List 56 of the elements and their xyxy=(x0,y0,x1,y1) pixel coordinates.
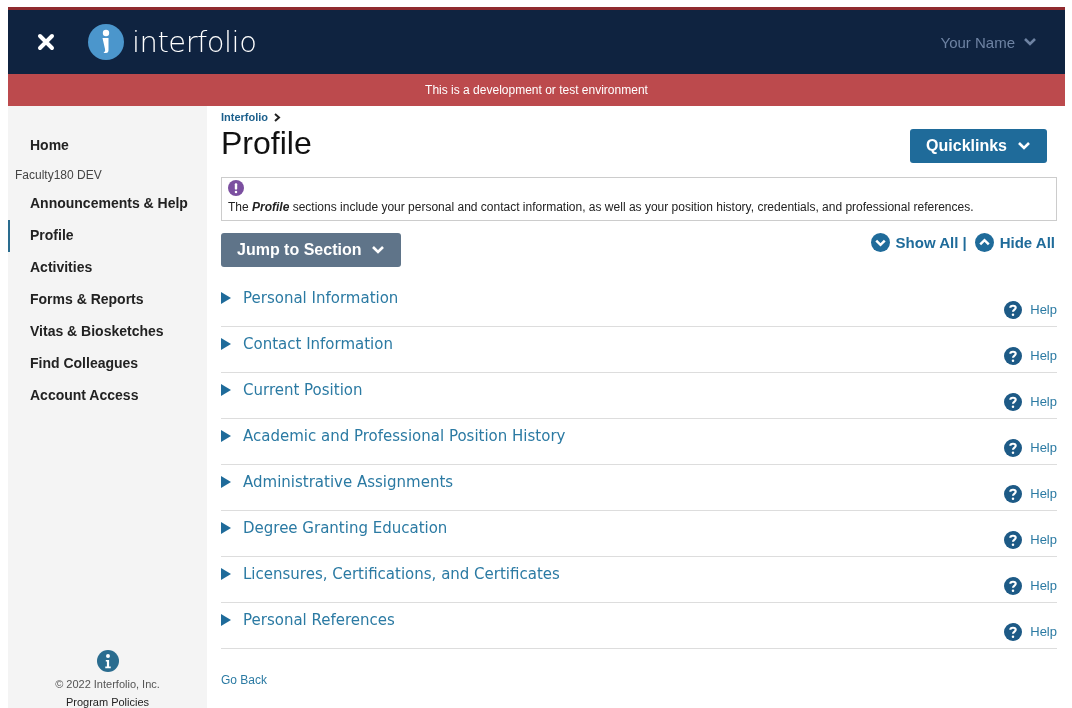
program-policies-link[interactable]: Program Policies xyxy=(65,696,150,708)
chevron-down-circle-icon xyxy=(870,233,890,252)
chevron-up-circle-icon xyxy=(974,233,994,252)
help-link[interactable]: Help xyxy=(1004,576,1057,595)
help-link[interactable]: Help xyxy=(1004,484,1057,503)
help-icon xyxy=(1004,530,1023,549)
section-toggle[interactable]: Contact Information xyxy=(221,334,393,353)
help-icon xyxy=(1004,438,1023,457)
help-link[interactable]: Help xyxy=(1004,438,1057,457)
quicklinks-button[interactable]: Quicklinks xyxy=(910,129,1047,163)
go-back-link[interactable]: Go Back xyxy=(221,673,1057,687)
sidebar-item[interactable]: Activities xyxy=(8,252,207,284)
help-link[interactable]: Help xyxy=(1004,530,1057,549)
chevron-down-icon xyxy=(371,245,386,255)
section-toggle[interactable]: Degree Granting Education xyxy=(221,518,448,537)
close-icon[interactable] xyxy=(36,32,56,52)
section-toggle[interactable]: Personal References xyxy=(221,610,395,629)
alert-icon xyxy=(228,180,244,196)
sidebar-item[interactable]: Forms & Reports xyxy=(8,284,207,316)
logo-icon xyxy=(88,24,124,60)
user-menu[interactable]: Your Name xyxy=(934,32,1043,52)
logo-text: interfolio xyxy=(132,25,257,59)
section-toggle[interactable]: Licensures, Certifications, and Certificates xyxy=(221,564,560,583)
section-toggle[interactable]: Current Position xyxy=(221,380,363,399)
chevron-down-icon xyxy=(1023,37,1037,47)
help-link[interactable]: Help xyxy=(1004,392,1057,411)
help-icon xyxy=(1004,346,1023,365)
section-toggle[interactable]: Personal Information xyxy=(221,288,399,307)
environment-banner: This is a development or test environment xyxy=(8,74,1065,106)
sidebar-item[interactable]: Home xyxy=(8,130,207,162)
sidebar-item[interactable]: Find Colleagues xyxy=(8,348,207,380)
help-icon xyxy=(1004,484,1023,503)
notice-text: The Profile sections include your personal and contact information, as well as your position history, credentials, and professional references. xyxy=(228,200,975,214)
hide-all-button[interactable]: Hide All xyxy=(974,233,1055,252)
help-icon xyxy=(1004,300,1023,319)
show-all-button[interactable]: Show All | xyxy=(870,233,967,252)
help-link[interactable]: Help xyxy=(1004,346,1057,365)
help-link[interactable]: Help xyxy=(1004,300,1057,319)
help-icon xyxy=(1004,576,1023,595)
section-toggle[interactable]: Academic and Professional Position History xyxy=(221,426,566,445)
help-icon xyxy=(1004,392,1023,411)
breadcrumb-link[interactable]: Interfolio xyxy=(221,111,1057,123)
section-toggle[interactable]: Administrative Assignments xyxy=(221,472,454,491)
jump-to-section-button[interactable]: Jump to Section xyxy=(221,233,402,267)
sidebar-item[interactable]: Announcements & Help xyxy=(8,188,207,220)
help-link[interactable]: Help xyxy=(1004,622,1057,641)
sidebar-item[interactable]: Account Access xyxy=(8,380,207,412)
help-icon xyxy=(1004,622,1023,641)
chevron-down-icon xyxy=(1017,141,1031,151)
sidebar-item[interactable]: Vitas & Biosketches xyxy=(8,316,207,348)
chevron-right-icon xyxy=(274,112,282,122)
sidebar-item[interactable]: Profile xyxy=(8,220,207,252)
info-icon xyxy=(96,650,119,672)
page-title: Profile xyxy=(221,125,312,162)
copyright-text: © 2022 Interfolio, Inc. xyxy=(55,678,160,690)
sidebar-heading: Faculty180 DEV xyxy=(14,167,103,184)
